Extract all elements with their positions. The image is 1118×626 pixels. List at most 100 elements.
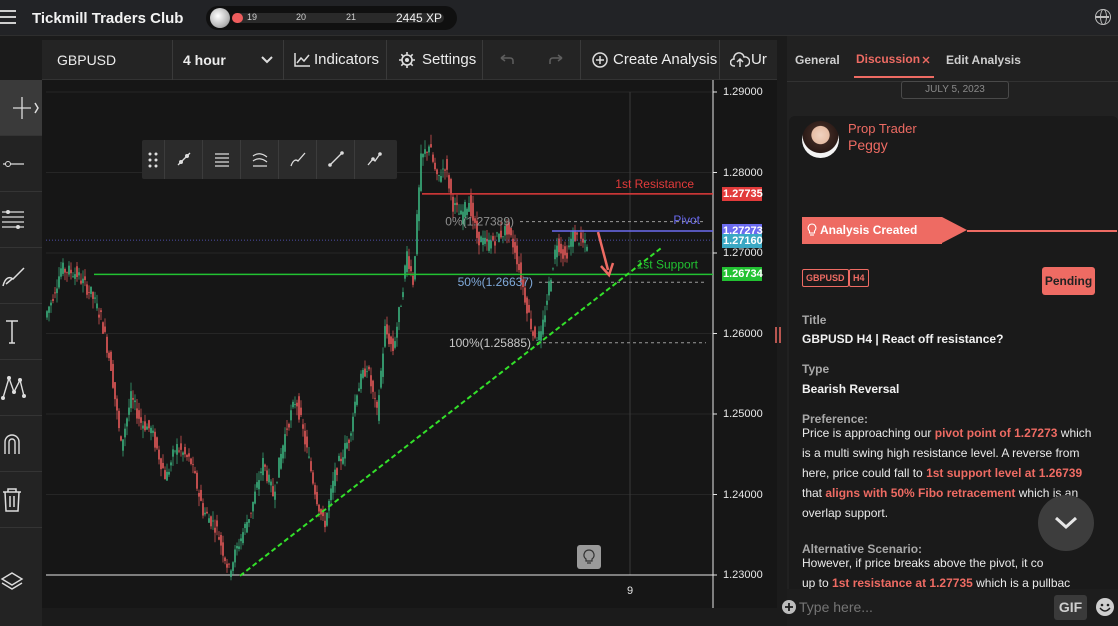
candle-body <box>226 563 228 568</box>
tab-edit-analysis[interactable]: Edit Analysis <box>946 53 1021 67</box>
price-chart[interactable]: 1st Resistance Pivot 1st Support 0%(1.27389… <box>42 80 777 608</box>
globe-icon[interactable] <box>1095 9 1111 25</box>
draw-fib-tool[interactable] <box>202 140 240 179</box>
support-trendline <box>239 246 663 577</box>
trash-icon <box>3 488 21 512</box>
price-tick-label: 1.26000 <box>723 327 763 340</box>
gif-button[interactable]: GIF <box>1054 595 1087 620</box>
candle-body <box>348 439 350 444</box>
timeframe-tag: H4 <box>849 269 869 287</box>
candle-body <box>98 314 100 318</box>
panel-splitter[interactable] <box>775 36 787 626</box>
trendline-tool[interactable] <box>0 136 42 192</box>
analysis-created-banner: Analysis Created <box>802 217 967 244</box>
drawing-tools-sidebar <box>0 80 42 626</box>
author-role: Prop Trader <box>848 121 917 136</box>
candle-body <box>146 426 148 430</box>
analysis-panel: General Discussion Edit Analysis JULY 5,… <box>782 36 1118 626</box>
close-tab-icon[interactable] <box>922 56 930 64</box>
interval-selector[interactable]: 4 hour <box>173 40 284 80</box>
text-run: which is a pullbac <box>972 576 1071 590</box>
lightbulb-icon <box>807 223 817 236</box>
price-tag: 1.26734 <box>722 267 763 282</box>
pattern-icon <box>1 375 26 400</box>
candle-body <box>516 245 518 265</box>
fib-tool[interactable] <box>0 192 42 248</box>
candle-body <box>190 458 192 464</box>
candle-body <box>490 240 492 249</box>
draw-path-tool[interactable] <box>354 140 397 179</box>
message-input[interactable] <box>799 596 1039 618</box>
candle-body <box>408 256 410 269</box>
candle-body <box>176 444 178 455</box>
candle-body <box>306 436 308 448</box>
candle-body <box>524 287 526 303</box>
candle-body <box>268 474 270 483</box>
candle-body <box>222 542 224 556</box>
emoji-icon[interactable] <box>1095 597 1115 617</box>
candle-body <box>286 428 288 430</box>
tab-discussion[interactable]: Discussion <box>856 52 920 66</box>
candle-body <box>424 149 426 154</box>
candle-body <box>330 488 332 501</box>
price-tick-label: 1.25000 <box>723 408 763 420</box>
draw-channel-tool[interactable] <box>240 140 278 179</box>
candle-body <box>110 351 112 371</box>
candle-body <box>478 231 480 246</box>
symbol-selector[interactable]: GBPUSD <box>42 40 173 80</box>
price-tick-label: 1.24000 <box>723 488 763 501</box>
candle-body <box>74 274 76 279</box>
candle-body <box>130 391 132 409</box>
upload-button[interactable]: Ur <box>720 40 777 80</box>
candle-body <box>88 292 90 293</box>
brush-icon <box>2 267 25 287</box>
candle-body <box>144 421 146 431</box>
settings-button[interactable]: Settings <box>387 40 483 80</box>
delete-tool[interactable] <box>0 472 42 528</box>
candle-body <box>344 443 346 459</box>
candle-body <box>438 175 440 176</box>
layers-tool[interactable] <box>0 556 42 612</box>
scroll-down-button[interactable] <box>1038 495 1094 551</box>
candle-body <box>390 336 392 345</box>
tab-general[interactable]: General <box>795 53 840 67</box>
candle-body <box>184 447 186 455</box>
candle-body <box>160 458 162 470</box>
candle-body <box>496 232 498 234</box>
candle-body <box>168 471 170 475</box>
candle-body <box>128 407 130 415</box>
candle-body <box>76 266 78 278</box>
candle-body <box>124 428 126 438</box>
candle-body <box>510 227 512 236</box>
create-analysis-button[interactable]: Create Analysis <box>581 40 720 80</box>
crosshair-tool[interactable] <box>0 80 42 136</box>
candle-body <box>338 455 340 461</box>
text-tool[interactable] <box>0 304 42 360</box>
hamburger-menu-icon[interactable] <box>0 10 16 24</box>
candle-body <box>576 232 578 235</box>
candle-body <box>422 153 424 158</box>
candle-body <box>196 472 198 489</box>
path-icon <box>367 152 382 166</box>
draw-brush-tool[interactable] <box>278 140 316 179</box>
drag-handle-icon[interactable] <box>148 152 158 168</box>
candle-body <box>384 326 386 347</box>
avatar[interactable] <box>802 121 839 158</box>
redo-button[interactable] <box>531 40 581 80</box>
author-name[interactable]: Peggy <box>848 137 888 153</box>
candle-body <box>416 214 418 255</box>
candle-body <box>434 162 436 170</box>
idea-button[interactable] <box>577 545 601 569</box>
candle-body <box>82 278 84 284</box>
brush-tool[interactable] <box>0 248 42 304</box>
draw-ray-tool[interactable] <box>164 140 202 179</box>
undo-button[interactable] <box>483 40 531 80</box>
candle-body <box>238 546 240 549</box>
pattern-tool[interactable] <box>0 360 42 416</box>
draw-line-tool[interactable] <box>316 140 354 179</box>
candle-body <box>294 404 296 406</box>
indicators-button[interactable]: Indicators <box>284 40 387 80</box>
magnet-tool[interactable] <box>0 416 42 472</box>
candle-body <box>566 252 568 259</box>
add-attachment-icon[interactable] <box>781 599 797 615</box>
